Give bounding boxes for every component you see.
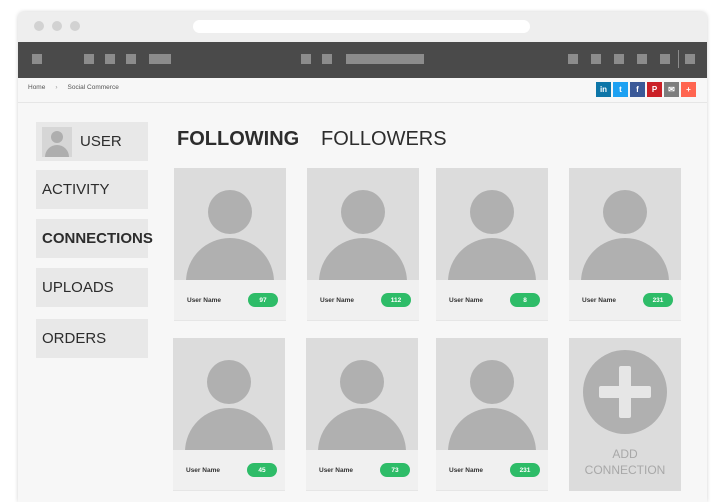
add-connection-button[interactable]: ADD CONNECTION [569,338,681,491]
nav-placeholder[interactable] [568,54,578,64]
sidebar-item-label: UPLOADS [42,279,114,296]
user-name: User Name [320,296,354,304]
follower-count-badge: 97 [248,293,278,307]
share-buttons: in t f P ✉ + [596,82,696,97]
plus-share-icon[interactable]: + [681,82,696,97]
add-connection-label: ADD CONNECTION [584,447,666,477]
nav-placeholder[interactable] [685,54,695,64]
nav-placeholder[interactable] [84,54,94,64]
linkedin-icon[interactable]: in [596,82,611,97]
user-card[interactable]: User Name 8 [436,168,548,321]
header-divider [18,102,707,103]
sidebar-item-activity[interactable]: ACTIVITY [36,170,148,209]
pinterest-icon[interactable]: P [647,82,662,97]
sidebar-item-label: USER [80,133,122,150]
follower-count-badge: 231 [510,463,540,477]
user-name: User Name [319,466,353,474]
user-name: User Name [449,466,483,474]
user-avatar-icon [306,338,418,450]
nav-placeholder[interactable] [126,54,136,64]
user-avatar-icon [436,168,548,280]
nav-placeholder[interactable] [32,54,42,64]
user-name: User Name [187,296,221,304]
user-card[interactable]: User Name 231 [569,168,681,321]
nav-placeholder[interactable] [105,54,115,64]
breadcrumb-home[interactable]: Home [28,84,45,91]
breadcrumb-separator: › [55,84,58,91]
sidebar-item-user[interactable]: USER [36,122,148,161]
nav-placeholder[interactable] [614,54,624,64]
top-navbar [18,42,707,78]
user-card[interactable]: User Name 97 [174,168,286,321]
breadcrumb: Home › Social Commerce [28,84,119,91]
window-maximize-dot[interactable] [70,21,80,31]
follower-count-badge: 112 [381,293,411,307]
address-bar[interactable] [193,20,530,33]
browser-window: Home › Social Commerce in t f P ✉ + USER… [18,12,707,502]
user-card[interactable]: User Name 112 [307,168,419,321]
user-name: User Name [582,296,616,304]
follower-count-badge: 231 [643,293,673,307]
user-card[interactable]: User Name 231 [436,338,548,491]
plus-circle-icon [583,350,667,434]
user-avatar-icon [307,168,419,280]
nav-placeholder[interactable] [301,54,311,64]
user-avatar-icon [173,338,285,450]
nav-divider [678,50,679,68]
window-close-dot[interactable] [34,21,44,31]
sidebar-item-connections[interactable]: CONNECTIONS [36,219,153,258]
facebook-icon[interactable]: f [630,82,645,97]
user-card[interactable]: User Name 73 [306,338,418,491]
tab-following[interactable]: FOLLOWING [177,128,299,151]
window-minimize-dot[interactable] [52,21,62,31]
user-avatar-icon [569,168,681,280]
twitter-icon[interactable]: t [613,82,628,97]
follower-count-badge: 73 [380,463,410,477]
user-avatar-icon [42,126,72,157]
user-name: User Name [449,296,483,304]
nav-placeholder[interactable] [637,54,647,64]
sidebar-item-label: ACTIVITY [42,181,110,198]
nav-placeholder[interactable] [660,54,670,64]
sidebar-item-orders[interactable]: ORDERS [36,319,148,358]
user-card[interactable]: User Name 45 [173,338,285,491]
breadcrumb-current: Social Commerce [67,84,119,91]
follower-count-badge: 45 [247,463,277,477]
follower-count-badge: 8 [510,293,540,307]
sidebar-item-label: CONNECTIONS [42,230,153,247]
sidebar-item-uploads[interactable]: UPLOADS [36,268,148,307]
nav-placeholder[interactable] [346,54,424,64]
nav-placeholder[interactable] [149,54,171,64]
tab-followers[interactable]: FOLLOWERS [321,128,447,151]
user-avatar-icon [436,338,548,450]
browser-chrome [18,12,707,42]
user-name: User Name [186,466,220,474]
user-avatar-icon [174,168,286,280]
sidebar-item-label: ORDERS [42,330,107,347]
nav-placeholder[interactable] [322,54,332,64]
email-icon[interactable]: ✉ [664,82,679,97]
nav-placeholder[interactable] [591,54,601,64]
